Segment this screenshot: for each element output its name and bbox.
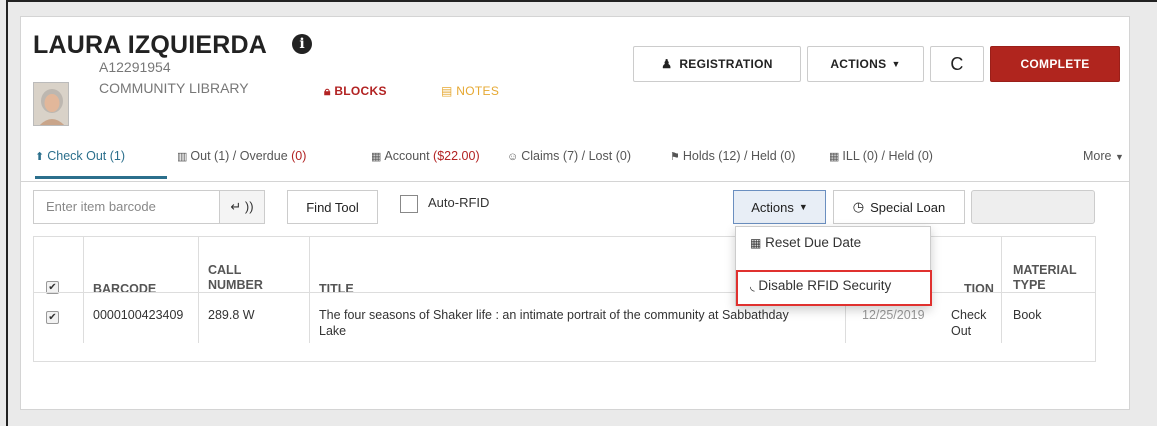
- note-icon: ▤: [441, 84, 453, 98]
- column-divider: [1001, 237, 1002, 343]
- items-actions-label: Actions: [751, 199, 794, 215]
- special-loan-label: Special Loan: [870, 199, 946, 215]
- tab-bar: ⬆ Check Out (1) ▥ Out (1) / Overdue (0) ▦ A…: [20, 134, 1130, 182]
- blank-button[interactable]: [971, 190, 1095, 224]
- notes-label: NOTES: [456, 84, 500, 98]
- tab-ill-label: ILL (0) / Held (0): [842, 149, 933, 163]
- cell-status-line2: Out: [951, 324, 972, 338]
- info-icon[interactable]: i: [292, 34, 312, 54]
- tab-more[interactable]: More ▼: [1083, 149, 1124, 163]
- patron-id: A12291954: [99, 59, 171, 75]
- auto-rfid-label: Auto-RFID: [428, 195, 490, 210]
- header-location[interactable]: TION: [964, 282, 994, 297]
- tab-out-overdue[interactable]: ▥ Out (1) / Overdue (0): [177, 149, 306, 163]
- tab-checkout[interactable]: ⬆ Check Out (1): [35, 149, 125, 163]
- cell-material-type: Book: [1013, 308, 1042, 322]
- avatar: [33, 82, 69, 126]
- user-icon: ♟: [661, 57, 673, 71]
- complete-button[interactable]: COMPLETE: [990, 46, 1120, 82]
- caret-down-icon: ▼: [798, 202, 808, 212]
- row-checkbox[interactable]: ✔: [46, 311, 59, 324]
- tab-overdue-count: (0): [291, 149, 307, 163]
- books-icon: ▥: [177, 151, 188, 163]
- cell-title-line1: The four seasons of Shaker life : an int…: [319, 308, 789, 322]
- tab-checkout-label: Check Out (1): [47, 149, 126, 163]
- patron-name: LAURA IZQUIERDA: [33, 31, 268, 59]
- special-loan-button[interactable]: ◷ Special Loan: [833, 190, 965, 224]
- cell-title: The four seasons of Shaker life : an int…: [319, 307, 789, 339]
- building-icon: ▦: [829, 151, 840, 163]
- cell-call-number: 289.8 W: [208, 308, 255, 322]
- notes-link[interactable]: ▤ NOTES: [441, 84, 499, 98]
- header-title[interactable]: TITLE: [319, 282, 354, 297]
- actions-button[interactable]: ACTIONS ▼: [807, 46, 924, 82]
- header-separator: [34, 292, 1095, 293]
- tab-holds[interactable]: ⚑ Holds (12) / Held (0): [670, 149, 795, 163]
- smile-icon: ☺: [507, 151, 519, 163]
- blocks-link[interactable]: 🔒︎ BLOCKS: [324, 84, 387, 99]
- actions-label: ACTIONS: [830, 57, 887, 71]
- blocks-label: BLOCKS: [334, 84, 387, 98]
- header-call-number[interactable]: CALL NUMBER: [208, 263, 263, 293]
- find-tool-button[interactable]: Find Tool: [287, 190, 378, 224]
- upload-icon: ⬆: [35, 151, 45, 163]
- auto-rfid-checkbox[interactable]: [400, 195, 418, 213]
- tab-account[interactable]: ▦ Account ($22.00): [371, 149, 480, 163]
- calendar-icon: ▦: [750, 236, 762, 250]
- tab-account-label: Account: [384, 149, 434, 163]
- cell-status-line1: Check: [951, 308, 987, 322]
- lock-icon: 🔒︎: [324, 84, 331, 98]
- items-actions-button[interactable]: Actions ▼: [733, 190, 826, 224]
- item-barcode-input[interactable]: Enter item barcode: [33, 190, 219, 224]
- active-tab-indicator: [35, 176, 167, 179]
- header-call-line1: CALL: [208, 263, 242, 277]
- menu-item-reset-due-date[interactable]: ▦ Reset Due Date: [750, 235, 861, 250]
- caret-down-icon: ▼: [891, 59, 901, 69]
- column-divider: [198, 237, 199, 343]
- refresh-button[interactable]: C: [930, 46, 984, 82]
- header-barcode[interactable]: BARCODE: [93, 282, 156, 297]
- caret-down-icon: ▼: [1114, 152, 1124, 162]
- tab-more-label: More: [1083, 149, 1112, 163]
- header-material-type[interactable]: MATERIAL TYPE: [1013, 263, 1077, 293]
- tab-ill[interactable]: ▦ ILL (0) / Held (0): [829, 149, 933, 163]
- checkout-table: ✔ BARCODE CALL NUMBER TITLE TION MATERIA…: [33, 236, 1096, 362]
- tab-account-balance: ($22.00): [433, 149, 480, 163]
- cell-due-date: 12/25/2019: [862, 308, 925, 322]
- flag-icon: ⚑: [670, 151, 680, 163]
- highlight-box: [736, 270, 932, 306]
- enter-rfid-icon: ↵ )): [230, 199, 254, 214]
- cell-title-line2: Lake: [319, 324, 347, 338]
- refresh-icon: C: [950, 53, 964, 74]
- money-icon: ▦: [371, 151, 382, 163]
- registration-label: REGISTRATION: [679, 57, 773, 71]
- tab-out-label: Out (1) / Overdue: [190, 149, 292, 163]
- cell-barcode: 0000100423409: [93, 308, 184, 322]
- enter-button[interactable]: ↵ )): [219, 190, 265, 224]
- cell-status: Check Out: [951, 307, 986, 339]
- tab-claims[interactable]: ☺ Claims (7) / Lost (0): [507, 149, 631, 163]
- header-call-line2: NUMBER: [208, 278, 263, 292]
- column-divider: [83, 237, 84, 343]
- clock-icon: ◷: [852, 199, 865, 214]
- registration-button[interactable]: ♟ REGISTRATION: [633, 46, 801, 82]
- column-divider: [309, 237, 310, 343]
- header-material-line2: TYPE: [1013, 278, 1046, 292]
- tab-claims-label: Claims (7) / Lost (0): [521, 149, 631, 163]
- header-material-line1: MATERIAL: [1013, 263, 1077, 277]
- reset-due-date-label: Reset Due Date: [765, 235, 862, 250]
- patron-library: COMMUNITY LIBRARY: [99, 80, 249, 96]
- tab-holds-label: Holds (12) / Held (0): [682, 149, 796, 163]
